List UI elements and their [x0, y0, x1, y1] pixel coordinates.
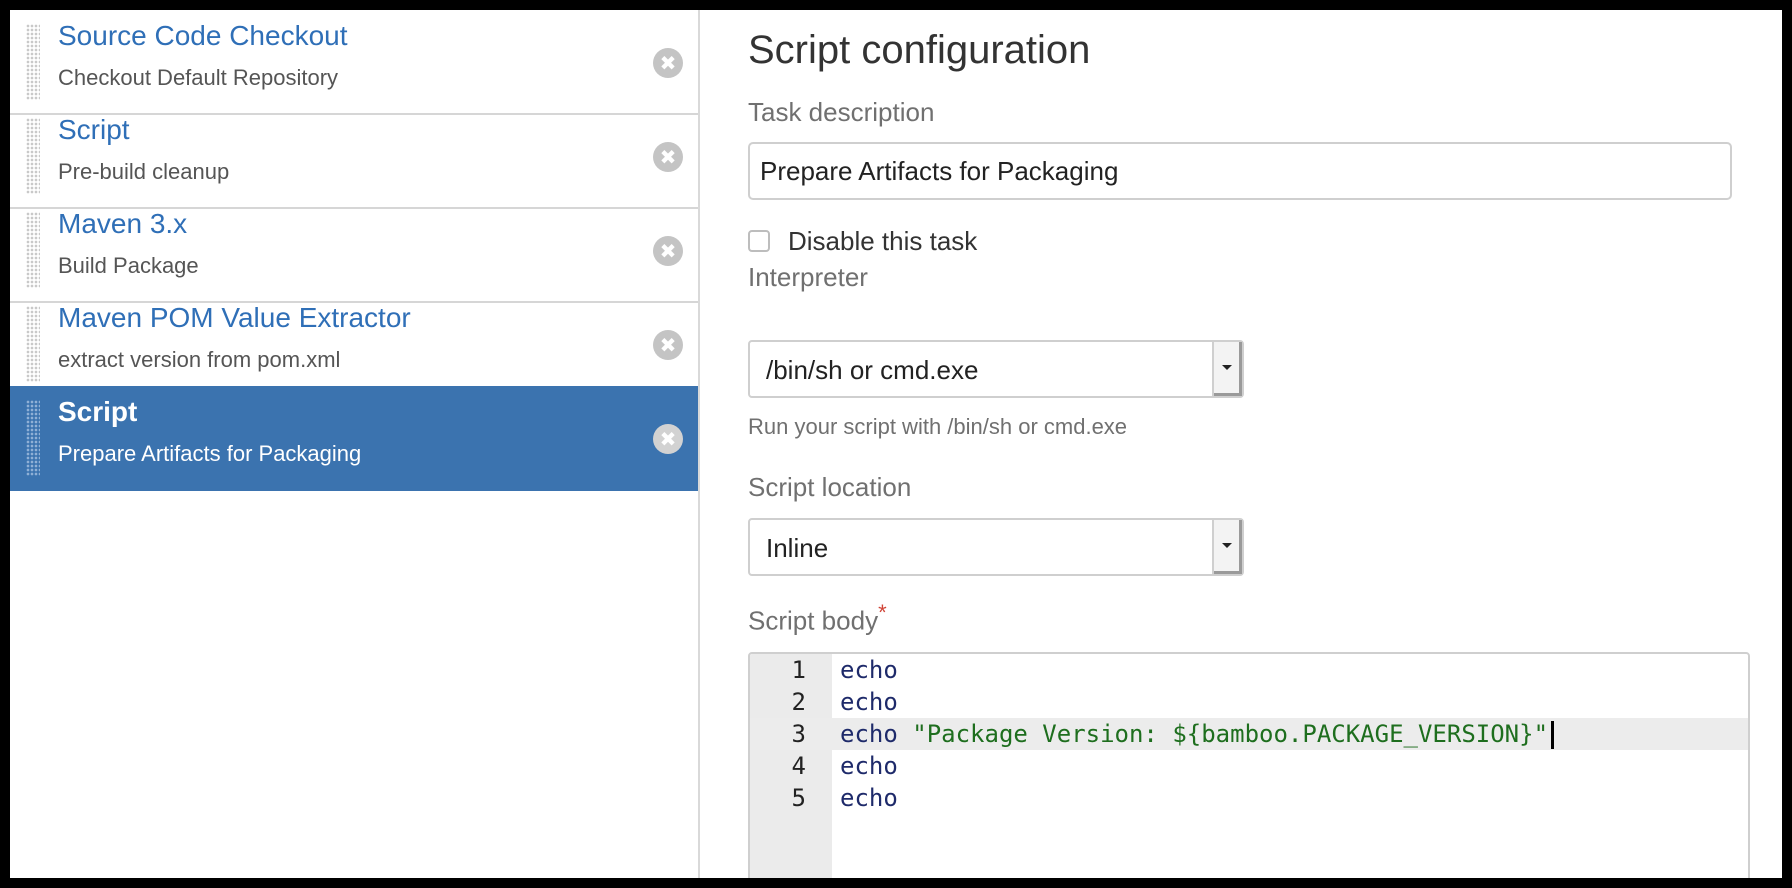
- line-number: 1: [791, 656, 806, 684]
- code-string: "Package Version: ${bamboo.PACKAGE_VERSI…: [897, 720, 1549, 748]
- task-item-script-prepare-artifacts[interactable]: Script Prepare Artifacts for Packaging ✖: [10, 386, 698, 491]
- script-location-select[interactable]: Inline: [748, 518, 1244, 576]
- task-item-script-prebuild[interactable]: Script Pre-build cleanup ✖: [10, 104, 698, 209]
- window-frame: Source Code Checkout Checkout Default Re…: [10, 10, 1782, 878]
- code-text: echo: [840, 686, 898, 718]
- remove-task-icon[interactable]: ✖: [653, 424, 683, 454]
- task-title: Script: [58, 396, 138, 427]
- code-keyword: echo: [840, 784, 898, 812]
- script-body-label-text: Script body: [748, 605, 879, 636]
- drag-handle-icon[interactable]: [26, 306, 40, 382]
- script-configuration-panel: Script configuration Task description Di…: [700, 10, 1782, 878]
- code-line: 4 echo: [750, 750, 1748, 782]
- code-line: 1 echo: [750, 654, 1748, 686]
- task-subtitle: extract version from pom.xml: [58, 347, 341, 372]
- task-list: Source Code Checkout Checkout Default Re…: [10, 10, 698, 878]
- code-line: 2 echo: [750, 686, 1748, 718]
- code-text: echo: [840, 654, 898, 686]
- task-subtitle: Pre-build cleanup: [58, 159, 230, 184]
- code-text: echo: [840, 782, 898, 814]
- text-cursor: [1551, 721, 1555, 749]
- interpreter-help-text: Run your script with /bin/sh or cmd.exe: [748, 414, 1128, 439]
- remove-task-icon[interactable]: ✖: [653, 48, 683, 78]
- task-item-source-code-checkout[interactable]: Source Code Checkout Checkout Default Re…: [10, 10, 698, 115]
- remove-task-icon[interactable]: ✖: [653, 236, 683, 266]
- code-line: 5 echo: [750, 782, 1748, 814]
- interpreter-label: Interpreter: [748, 262, 868, 292]
- task-item-maven-pom-extractor[interactable]: Maven POM Value Extractor extract versio…: [10, 292, 698, 397]
- line-number: 3: [791, 720, 806, 748]
- required-asterisk: *: [878, 600, 887, 625]
- task-item-maven[interactable]: Maven 3.x Build Package ✖: [10, 198, 698, 303]
- task-description-input[interactable]: [748, 142, 1732, 200]
- line-number: 5: [791, 784, 806, 812]
- interpreter-select[interactable]: /bin/sh or cmd.exe: [748, 340, 1244, 398]
- drag-handle-icon[interactable]: [26, 118, 40, 194]
- interpreter-selected-value: /bin/sh or cmd.exe: [766, 355, 979, 385]
- remove-task-icon[interactable]: ✖: [653, 142, 683, 172]
- remove-task-icon[interactable]: ✖: [653, 330, 683, 360]
- code-keyword: echo: [840, 656, 898, 684]
- script-location-selected-value: Inline: [766, 533, 829, 563]
- task-description-label: Task description: [748, 97, 935, 127]
- task-title: Maven 3.x: [58, 208, 188, 239]
- drag-handle-icon[interactable]: [26, 24, 40, 100]
- task-subtitle: Build Package: [58, 253, 199, 278]
- script-location-label: Script location: [748, 472, 912, 502]
- code-text: echo "Package Version: ${bamboo.PACKAGE_…: [840, 718, 1555, 750]
- task-subtitle: Prepare Artifacts for Packaging: [58, 441, 362, 466]
- task-title: Script: [58, 114, 130, 145]
- code-text: echo: [840, 750, 898, 782]
- disable-task-checkbox[interactable]: [748, 230, 770, 252]
- task-title: Maven POM Value Extractor: [58, 302, 411, 333]
- line-number: 4: [791, 752, 806, 780]
- code-keyword: echo: [840, 688, 898, 716]
- task-title: Source Code Checkout: [58, 20, 348, 51]
- drag-handle-icon[interactable]: [26, 400, 40, 476]
- code-keyword: echo: [840, 752, 898, 780]
- page-title: Script configuration: [748, 28, 1091, 72]
- task-subtitle: Checkout Default Repository: [58, 65, 339, 90]
- line-number: 2: [791, 688, 806, 716]
- dropdown-arrow-icon[interactable]: [1212, 520, 1242, 574]
- disable-task-label[interactable]: Disable this task: [788, 226, 977, 257]
- script-body-editor[interactable]: 1 echo 2 echo 3 echo "Package Version: $…: [748, 652, 1750, 878]
- code-line-active: 3 echo "Package Version: ${bamboo.PACKAG…: [750, 718, 1748, 750]
- dropdown-arrow-icon[interactable]: [1212, 342, 1242, 396]
- drag-handle-icon[interactable]: [26, 212, 40, 288]
- script-body-label: Script body*: [748, 600, 887, 637]
- code-keyword: echo: [840, 720, 898, 748]
